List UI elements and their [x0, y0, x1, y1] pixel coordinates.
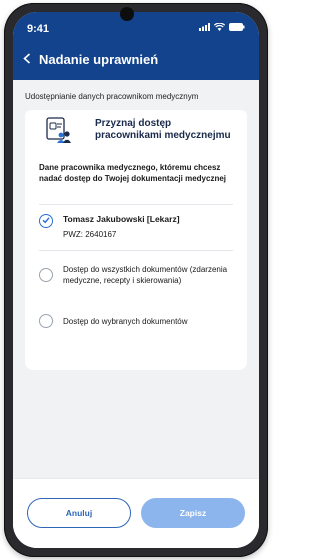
selection-card: Dane pracownika medycznego, któremu chce… — [25, 150, 247, 370]
page-title: Nadanie uprawnień — [39, 52, 159, 67]
card-description: Dane pracownika medycznego, któremu chce… — [39, 163, 226, 183]
save-button[interactable]: Zapisz — [141, 498, 245, 528]
person-pwz: PWZ: 2640167 — [63, 230, 117, 239]
wifi-icon — [214, 23, 225, 31]
screen: 9:41 Nadanie uprawnień Udostępnianie dan… — [13, 12, 259, 548]
footer-bar: Anuluj Zapisz — [13, 478, 259, 548]
medical-staff-document-icon — [46, 117, 71, 143]
camera-notch — [120, 7, 134, 21]
person-radio[interactable] — [39, 214, 53, 228]
status-time: 9:41 — [27, 23, 50, 35]
header-title-row: Nadanie uprawnień — [23, 52, 158, 67]
battery-icon — [229, 23, 245, 31]
option-selected-radio[interactable] — [39, 314, 53, 328]
option-all-radio[interactable] — [39, 268, 53, 282]
phone-frame: 9:41 Nadanie uprawnień Udostępnianie dan… — [4, 3, 268, 557]
divider — [39, 204, 233, 205]
divider — [39, 250, 233, 251]
info-banner: Przyznaj dostęp pracownikami medycznejmu — [25, 110, 247, 151]
app-header: 9:41 Nadanie uprawnień — [13, 12, 259, 80]
person-name: Tomasz Jakubowski [Lekarz] — [63, 214, 180, 224]
banner-text: Przyznaj dostęp pracownikami medycznejmu — [95, 118, 231, 141]
status-icons — [199, 23, 245, 31]
section-label: Udostępnianie danych pracownikom medyczn… — [25, 92, 199, 101]
signal-icon — [199, 23, 210, 31]
back-arrow-icon[interactable] — [23, 52, 31, 67]
option-selected-label[interactable]: Dostęp do wybranych dokumentów — [63, 316, 235, 327]
option-all-label[interactable]: Dostęp do wszystkich dokumentów (zdarzen… — [63, 264, 235, 286]
main-content: Udostępnianie danych pracownikom medyczn… — [13, 80, 259, 480]
cancel-button[interactable]: Anuluj — [27, 498, 131, 528]
check-icon — [42, 217, 50, 224]
